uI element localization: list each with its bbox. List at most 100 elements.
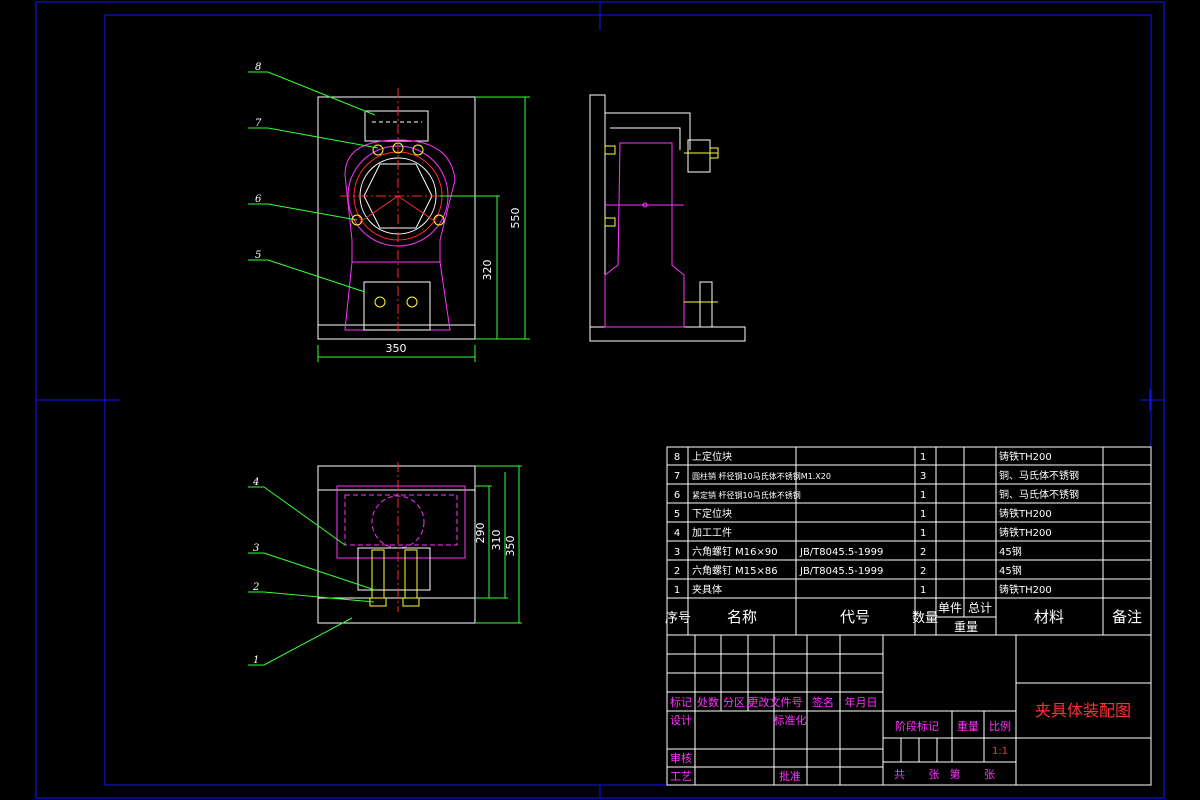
dim-290-label: 290: [474, 523, 487, 544]
bom-cell-qty: 1: [920, 490, 926, 501]
bom-row: 7 圆柱销 杆径钢10马氏体不锈钢M1.X20 3 铜、马氏体不锈钢: [674, 469, 1079, 482]
bom-row: 2 六角螺钉 M15×86 JB/T8045.5-1999 2 45钢: [674, 564, 1022, 577]
bom-cell-name: 上定位块: [692, 450, 732, 463]
side-pin-upper: [604, 145, 616, 155]
tb-date: 年月日: [845, 695, 878, 709]
bom-cell-qty: 1: [920, 528, 926, 539]
bom-header-remark: 备注: [1112, 608, 1142, 626]
bom-cell-qty: 2: [920, 547, 926, 558]
bom-cell-no: 1: [674, 585, 680, 596]
top-view-lower-block: [357, 547, 431, 591]
bom-cell-name: 加工工件: [692, 527, 732, 539]
inner-frame: [104, 14, 1152, 786]
side-upright: [589, 94, 606, 328]
bom-header-unit: 单件: [938, 601, 962, 615]
bom-cell-no: 4: [674, 528, 680, 539]
bom-row: 4 加工工件 1 铸铁TH200: [674, 526, 1052, 539]
front-outline: [317, 96, 476, 326]
tb-ratio: 比例: [989, 719, 1011, 733]
tb-mark: 标记: [670, 695, 692, 709]
top-view-workpiece: [336, 485, 466, 559]
top-view: 290 310 350 4 3 2 1: [248, 462, 522, 666]
dim-310-label: 310: [490, 530, 503, 551]
tb-design: 设计: [670, 714, 692, 727]
bom-cell-qty: 1: [920, 452, 926, 463]
bom-row: 3 六角螺钉 M16×90 JB/T8045.5-1999 2 45钢: [674, 545, 1022, 558]
dim-320-label: 320: [481, 260, 494, 281]
leader-6-label: 6: [255, 194, 262, 205]
screw-3a: [371, 549, 385, 599]
bom-cell-no: 3: [674, 547, 680, 558]
bom-cell-qty: 1: [920, 509, 926, 520]
bom-cell-code: JB/T8045.5-1999: [799, 547, 883, 558]
drawing-title: 夹具体装配图: [1035, 701, 1131, 720]
bom-row: 5 下定位块 1 铸铁TH200: [674, 507, 1052, 520]
pin-6b: [433, 214, 445, 226]
leader-4: [263, 486, 346, 546]
lower-locator-block: [363, 281, 431, 331]
bom-row: 1 夹具体 1 铸铁TH200: [674, 583, 1052, 596]
bom-cell-material: 铜、马氏体不锈钢: [999, 488, 1079, 501]
tb-weight: 重量: [957, 719, 979, 733]
bom-cell-name: 夹具体: [692, 583, 722, 596]
bom-header-code: 代号: [840, 608, 870, 626]
cad-drawing-sheet: 350 550 320 8 7 6 5 290 310 350 4 3 2 1 …: [0, 0, 1200, 800]
tb-count: 处数: [697, 696, 719, 709]
drawing-svg: 350 550 320 8 7 6 5 290 310 350 4 3 2 1 …: [35, 1, 1165, 799]
leader-1-label: 1: [253, 655, 259, 666]
bom-cell-no: 6: [674, 490, 680, 501]
bom-cell-material: 铸铁TH200: [999, 450, 1052, 463]
bom-header-qty: 数量: [912, 611, 938, 626]
tb-zone: 分区: [723, 696, 745, 709]
bom-header-material: 材料: [1034, 608, 1064, 626]
bom-row: 8 上定位块 1 铸铁TH200: [674, 450, 1052, 463]
screw-3b: [404, 549, 418, 599]
side-bottom-clamp: [699, 281, 713, 328]
leader-3-label: 3: [253, 543, 259, 554]
tb-scale-value: 1:1: [992, 746, 1008, 757]
top-view-plate: [317, 489, 476, 599]
bom-rows: 8 上定位块 1 铸铁TH200 7 圆柱销 杆径钢10马氏体不锈钢M1.X20…: [665, 450, 1142, 634]
bom-cell-name: 六角螺钉 M15×86: [692, 565, 778, 577]
front-base: [317, 324, 476, 340]
tb-approve: 批准: [779, 769, 801, 783]
tb-sheet-label: 共 张第 张: [894, 767, 1005, 781]
leader-2-label: 2: [252, 582, 259, 593]
upper-locator-block: [364, 110, 429, 142]
bom-cell-no: 2: [674, 566, 680, 577]
bom-row: 6 紧定销 杆径钢10马氏体不锈钢 1 铜、马氏体不锈钢: [674, 488, 1079, 501]
bom-cell-code: JB/T8045.5-1999: [799, 566, 883, 577]
front-view: 350 550 320 8 7 6 5: [248, 62, 530, 362]
dim-550-label: 550: [509, 208, 522, 229]
bom-cell-name: 圆柱销 杆径钢10马氏体不锈钢M1.X20: [692, 471, 831, 481]
bom-header-name: 名称: [727, 608, 757, 626]
leader-1: [263, 617, 353, 666]
tb-sign: 签名: [812, 695, 834, 709]
leader-4-label: 4: [252, 477, 259, 488]
leader-5-label: 5: [255, 250, 261, 261]
bolt-b: [406, 296, 418, 308]
bom-cell-material: 铸铁TH200: [999, 583, 1052, 596]
top-view-hidden: [344, 494, 458, 546]
dim-350-label: 350: [386, 342, 407, 355]
bom-cell-material: 45钢: [999, 545, 1022, 558]
bom-cell-material: 铜、马氏体不锈钢: [999, 469, 1079, 482]
bom-cell-qty: 1: [920, 585, 926, 596]
bom-cell-qty: 3: [920, 471, 926, 482]
tb-process: 工艺: [670, 770, 692, 783]
bom-header-weight: 重量: [954, 620, 978, 634]
bom-cell-no: 5: [674, 509, 680, 520]
leader-7-label: 7: [255, 118, 262, 129]
side-workpiece: [604, 142, 685, 328]
side-top-arm-inner: [610, 127, 681, 150]
bom-cell-material: 铸铁TH200: [999, 507, 1052, 520]
leader-6: [267, 203, 358, 221]
bom-cell-name: 六角螺钉 M16×90: [692, 546, 778, 558]
bom-cell-no: 8: [674, 452, 680, 463]
tb-standard: 标准化: [774, 713, 807, 727]
outer-frame: [35, 1, 1165, 799]
tb-review: 审核: [670, 751, 692, 765]
bom-cell-no: 7: [674, 471, 680, 482]
leader-7: [267, 127, 379, 149]
bolt-a: [374, 296, 386, 308]
